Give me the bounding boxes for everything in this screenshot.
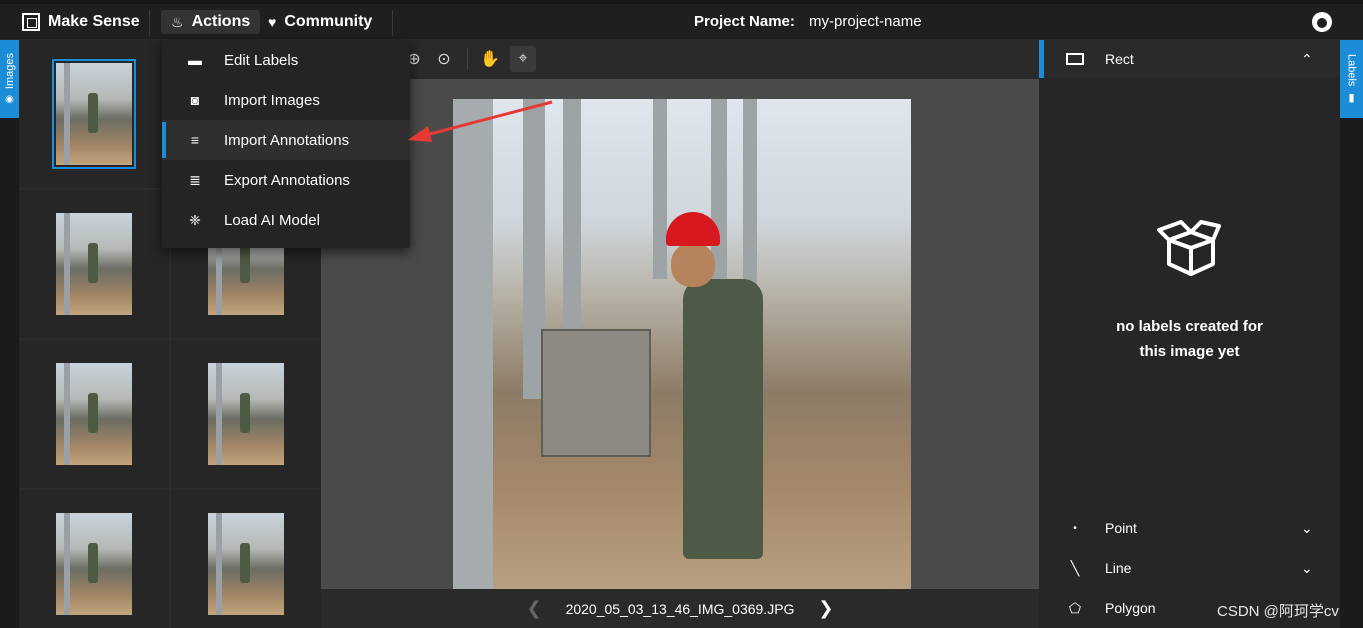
chevron-down-icon[interactable]: ⌄ xyxy=(1301,560,1313,577)
community-label: Community xyxy=(284,13,373,30)
image-thumbnail[interactable] xyxy=(19,340,169,488)
import-list-icon: ≡ xyxy=(190,132,200,148)
right-strip xyxy=(1340,118,1363,628)
menu-item-load-ai-model[interactable]: ❈ Load AI Model xyxy=(162,200,410,240)
image-thumbnail[interactable] xyxy=(19,190,169,338)
pole xyxy=(743,99,757,299)
menu-item-label: Import Images xyxy=(224,91,320,109)
pole xyxy=(563,99,581,359)
crosshair-icon[interactable]: ⌖ xyxy=(510,46,536,72)
point-icon: • xyxy=(1073,522,1077,534)
left-strip xyxy=(0,118,19,628)
actions-label: Actions xyxy=(191,13,251,30)
actions-menu-button[interactable]: ♨ Actions xyxy=(161,10,261,34)
brand[interactable]: Make Sense xyxy=(22,11,140,33)
menu-item-label: Load AI Model xyxy=(224,211,320,229)
fire-icon: ♨ xyxy=(171,13,184,30)
rect-tool-header[interactable]: Rect ⌃ xyxy=(1039,40,1340,78)
project-name-label: Project Name: xyxy=(694,13,795,30)
chevron-up-icon[interactable]: ⌃ xyxy=(1301,51,1313,68)
images-tab-label: Images xyxy=(3,53,16,90)
thumbnail-image xyxy=(52,59,136,169)
labels-side-tab[interactable]: Labels ▮ xyxy=(1340,40,1363,118)
empty-box-icon xyxy=(1157,220,1221,276)
empty-labels-message: no labels created for this image yet xyxy=(1039,314,1340,364)
person xyxy=(683,279,763,559)
labels-panel: Rect ⌃ no labels created for this image … xyxy=(1039,40,1340,628)
ai-model-icon: ❈ xyxy=(189,211,201,228)
top-navigation-bar: Make Sense ♨ Actions ♥ Community Project… xyxy=(0,4,1363,40)
image-navigation-bar: ❮ 2020_05_03_13_46_IMG_0369.JPG ❯ xyxy=(321,589,1039,628)
next-image-icon[interactable]: ❯ xyxy=(818,598,833,619)
divider xyxy=(149,10,150,36)
point-label: Point xyxy=(1105,520,1137,536)
empty-message-line-2: this image yet xyxy=(1139,343,1240,360)
previous-image-icon[interactable]: ❮ xyxy=(526,598,541,619)
labels-tab-label: Labels xyxy=(1345,54,1358,87)
logo-icon xyxy=(22,13,40,31)
line-icon: ╲ xyxy=(1070,559,1080,576)
menu-item-import-annotations[interactable]: ≡ Import Annotations xyxy=(162,120,410,160)
polygon-icon: ⬠ xyxy=(1068,599,1082,616)
hand-pan-icon[interactable]: ✋ xyxy=(477,46,503,72)
project-name[interactable]: Project Name: my-project-name xyxy=(694,13,922,30)
community-menu-button[interactable]: ♥ Community xyxy=(258,10,382,34)
camera-icon: ◙ xyxy=(190,92,200,108)
export-list-icon: ≣ xyxy=(189,171,201,188)
annotation-image[interactable] xyxy=(453,99,911,589)
brand-name: Make Sense xyxy=(48,13,140,30)
zoom-fit-icon[interactable]: ⊙ xyxy=(431,46,457,72)
face xyxy=(671,243,715,287)
electrical-box xyxy=(541,329,651,457)
github-icon[interactable] xyxy=(1312,12,1332,32)
pole xyxy=(653,99,667,279)
menu-item-export-annotations[interactable]: ≣ Export Annotations xyxy=(162,160,410,200)
menu-item-label: Import Annotations xyxy=(224,131,350,149)
project-name-value: my-project-name xyxy=(809,13,922,30)
camera-icon: ◉ xyxy=(5,93,14,105)
chevron-down-icon[interactable]: ⌄ xyxy=(1301,520,1313,537)
menu-item-import-images[interactable]: ◙ Import Images xyxy=(162,80,410,120)
actions-dropdown-menu: ▬ Edit Labels ◙ Import Images ≡ Import A… xyxy=(162,40,410,248)
point-tool-row[interactable]: • Point ⌄ xyxy=(1039,508,1340,548)
thumbnail-image xyxy=(56,213,132,315)
image-thumbnail[interactable] xyxy=(19,490,169,628)
image-thumbnail[interactable] xyxy=(19,40,169,188)
image-thumbnail[interactable] xyxy=(171,490,321,628)
rectangle-icon xyxy=(1066,53,1084,65)
polygon-label: Polygon xyxy=(1105,600,1156,616)
thumbnail-image xyxy=(208,363,284,465)
image-filename: 2020_05_03_13_46_IMG_0369.JPG xyxy=(565,600,795,617)
editor-toolbar: ⊕ ⊙ ✋ ⌖ xyxy=(321,40,1039,79)
empty-message-line-1: no labels created for xyxy=(1116,318,1263,335)
images-side-tab[interactable]: Images ◉ xyxy=(0,40,19,118)
heart-icon: ♥ xyxy=(268,14,277,30)
pole xyxy=(453,99,493,589)
thumbnail-image xyxy=(208,513,284,615)
thumbnail-image xyxy=(56,363,132,465)
line-label: Line xyxy=(1105,560,1132,576)
watermark: CSDN @阿珂学cv xyxy=(1217,603,1339,620)
annotation-arrow-icon xyxy=(408,100,553,142)
rect-label: Rect xyxy=(1105,51,1134,67)
menu-item-label: Export Annotations xyxy=(224,171,350,189)
thumbnail-image xyxy=(56,513,132,615)
divider xyxy=(467,48,468,70)
line-tool-row[interactable]: ╲ Line ⌄ xyxy=(1039,548,1340,588)
clipboard-icon: ▮ xyxy=(1348,91,1355,104)
menu-item-label: Edit Labels xyxy=(224,51,299,69)
menu-item-edit-labels[interactable]: ▬ Edit Labels xyxy=(162,40,410,80)
label-icon: ▬ xyxy=(188,52,202,68)
image-thumbnail[interactable] xyxy=(171,340,321,488)
divider xyxy=(392,10,393,36)
